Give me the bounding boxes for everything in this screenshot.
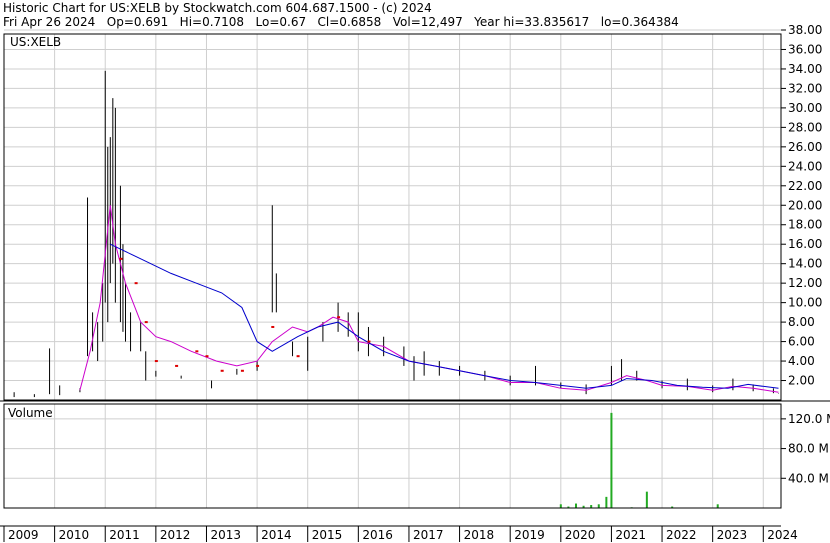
red-mark xyxy=(296,355,300,358)
year-label: 2019 xyxy=(514,528,545,542)
year-label: 2016 xyxy=(362,528,393,542)
moving-average-short-line xyxy=(79,205,779,393)
volume-panel-title: Volume xyxy=(8,406,53,420)
price-tick-label: 24.00 xyxy=(788,159,822,173)
red-mark xyxy=(134,282,138,285)
year-label: 2012 xyxy=(160,528,191,542)
price-tick-label: 34.00 xyxy=(788,62,822,76)
price-tick-label: 8.00 xyxy=(788,315,815,329)
price-tick-label: 28.00 xyxy=(788,120,822,134)
price-tick-label: 10.00 xyxy=(788,296,822,310)
red-mark xyxy=(144,321,148,324)
volume-tick-label: 120.0 M xyxy=(788,412,830,426)
red-mark xyxy=(119,257,123,260)
year-label: 2024 xyxy=(767,528,798,542)
red-mark xyxy=(195,350,199,353)
price-tick-label: 4.00 xyxy=(788,354,815,368)
moving-average-long-line xyxy=(110,243,779,389)
price-tick-label: 32.00 xyxy=(788,81,822,95)
year-label: 2021 xyxy=(615,528,646,542)
red-mark xyxy=(240,369,244,372)
volume-tick-label: 80.0 M xyxy=(788,442,829,456)
price-tick-label: 36.00 xyxy=(788,42,822,56)
price-tick-label: 26.00 xyxy=(788,140,822,154)
price-chart: US:XELB Volume 38.00 36.00 34.00 32.00 30.00 28… xyxy=(0,23,830,542)
price-tick-label: 16.00 xyxy=(788,237,822,251)
red-mark xyxy=(367,340,371,343)
red-mark xyxy=(337,316,341,319)
price-tick-label: 18.00 xyxy=(788,218,822,232)
red-mark xyxy=(220,369,224,372)
red-mark xyxy=(256,364,260,367)
price-tick-label: 2.00 xyxy=(788,374,815,388)
price-tick-label: 30.00 xyxy=(788,101,822,115)
year-label: 2017 xyxy=(413,528,444,542)
price-tick-label: 20.00 xyxy=(788,198,822,212)
volume-tick-label: 40.0 M xyxy=(788,471,829,485)
year-label: 2015 xyxy=(312,528,343,542)
year-label: 2020 xyxy=(565,528,596,542)
year-label: 2022 xyxy=(666,528,697,542)
year-label: 2009 xyxy=(8,528,39,542)
price-tick-label: 38.00 xyxy=(788,23,822,37)
red-mark xyxy=(175,364,179,367)
year-label: 2018 xyxy=(464,528,495,542)
red-mark xyxy=(271,325,275,328)
price-tick-label: 22.00 xyxy=(788,179,822,193)
year-label: 2023 xyxy=(717,528,748,542)
red-mark xyxy=(205,355,209,358)
year-label: 2011 xyxy=(109,528,140,542)
volume-panel-frame xyxy=(3,403,782,509)
red-mark xyxy=(154,360,158,363)
year-label: 2014 xyxy=(261,528,292,542)
price-panel-title: US:XELB xyxy=(10,35,61,49)
year-label: 2013 xyxy=(210,528,241,542)
price-tick-label: 12.00 xyxy=(788,276,822,290)
price-tick-label: 14.00 xyxy=(788,257,822,271)
price-tick-label: 6.00 xyxy=(788,335,815,349)
year-label: 2010 xyxy=(59,528,90,542)
